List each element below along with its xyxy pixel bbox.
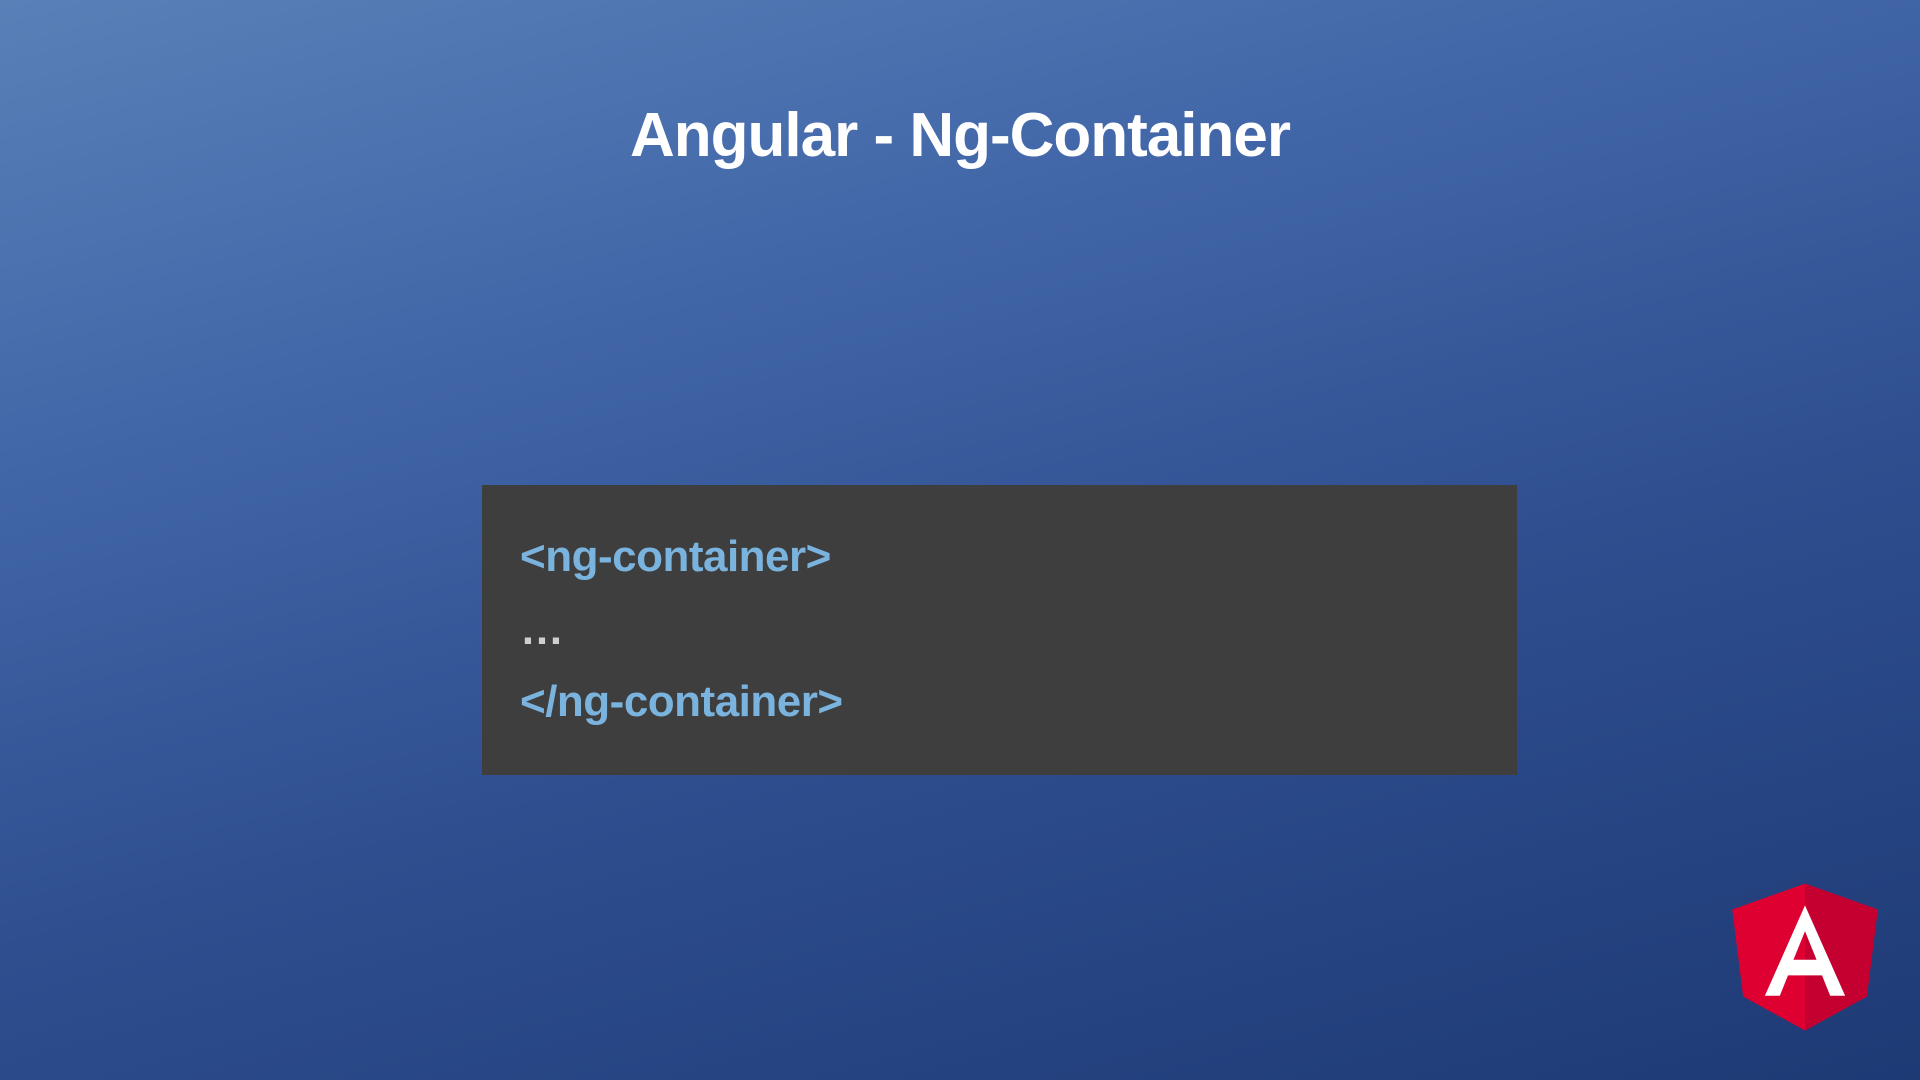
code-ellipsis: … — [520, 594, 1479, 667]
code-open-tag: <ng-container> — [520, 521, 1479, 594]
slide-title: Angular - Ng-Container — [630, 100, 1290, 171]
code-block: <ng-container> … </ng-container> — [482, 485, 1517, 775]
code-close-tag: </ng-container> — [520, 666, 1479, 739]
angular-logo-icon — [1720, 865, 1890, 1045]
